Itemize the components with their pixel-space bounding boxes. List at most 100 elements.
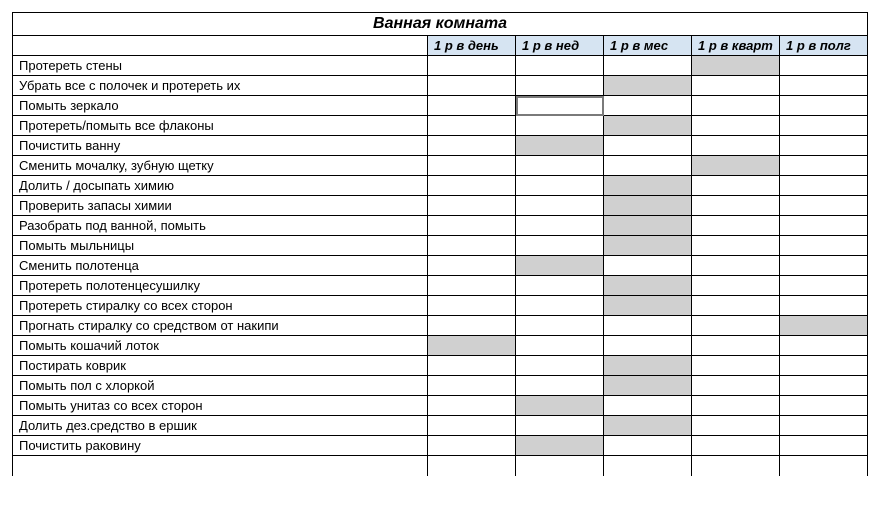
freq-cell[interactable] <box>604 116 692 136</box>
freq-cell[interactable] <box>428 436 516 456</box>
freq-cell[interactable] <box>428 356 516 376</box>
freq-cell[interactable] <box>516 236 604 256</box>
freq-cell[interactable] <box>428 236 516 256</box>
task-cell[interactable]: Помыть пол с хлоркой <box>13 376 428 396</box>
freq-cell[interactable] <box>692 276 780 296</box>
freq-cell[interactable] <box>780 296 868 316</box>
freq-cell[interactable] <box>604 176 692 196</box>
freq-cell[interactable] <box>692 316 780 336</box>
freq-cell[interactable] <box>780 136 868 156</box>
empty-cell[interactable] <box>780 456 868 476</box>
freq-cell[interactable] <box>604 396 692 416</box>
task-cell[interactable]: Почистить раковину <box>13 436 428 456</box>
freq-cell[interactable] <box>516 356 604 376</box>
freq-cell[interactable] <box>692 176 780 196</box>
freq-cell[interactable] <box>692 376 780 396</box>
freq-cell[interactable] <box>516 76 604 96</box>
freq-cell[interactable] <box>692 56 780 76</box>
freq-cell[interactable] <box>516 196 604 216</box>
task-cell[interactable]: Долить / досыпать химию <box>13 176 428 196</box>
freq-cell[interactable] <box>516 256 604 276</box>
freq-cell[interactable] <box>428 336 516 356</box>
freq-cell[interactable] <box>516 56 604 76</box>
freq-cell[interactable] <box>516 336 604 356</box>
freq-cell[interactable] <box>604 96 692 116</box>
freq-cell[interactable] <box>428 316 516 336</box>
freq-cell[interactable] <box>516 96 604 116</box>
freq-cell[interactable] <box>428 156 516 176</box>
freq-cell[interactable] <box>604 356 692 376</box>
freq-cell[interactable] <box>516 216 604 236</box>
freq-cell[interactable] <box>604 196 692 216</box>
freq-cell[interactable] <box>516 436 604 456</box>
task-cell[interactable]: Протереть стиралку со всех сторон <box>13 296 428 316</box>
freq-cell[interactable] <box>516 396 604 416</box>
empty-cell[interactable] <box>604 456 692 476</box>
task-cell[interactable]: Сменить полотенца <box>13 256 428 276</box>
freq-cell[interactable] <box>428 76 516 96</box>
freq-cell[interactable] <box>428 396 516 416</box>
freq-cell[interactable] <box>428 376 516 396</box>
freq-cell[interactable] <box>428 276 516 296</box>
freq-cell[interactable] <box>780 196 868 216</box>
freq-cell[interactable] <box>780 56 868 76</box>
task-cell[interactable]: Прогнать стиралку со средством от накипи <box>13 316 428 336</box>
task-cell[interactable]: Сменить мочалку, зубную щетку <box>13 156 428 176</box>
freq-cell[interactable] <box>780 156 868 176</box>
freq-cell[interactable] <box>692 236 780 256</box>
task-cell[interactable]: Разобрать под ванной, помыть <box>13 216 428 236</box>
task-cell[interactable]: Проверить запасы химии <box>13 196 428 216</box>
freq-cell[interactable] <box>692 216 780 236</box>
freq-cell[interactable] <box>604 216 692 236</box>
freq-cell[interactable] <box>516 276 604 296</box>
empty-cell[interactable] <box>516 456 604 476</box>
freq-cell[interactable] <box>604 416 692 436</box>
freq-cell[interactable] <box>604 256 692 276</box>
freq-cell[interactable] <box>780 376 868 396</box>
task-cell[interactable]: Протереть стены <box>13 56 428 76</box>
task-cell[interactable]: Помыть кошачий лоток <box>13 336 428 356</box>
freq-cell[interactable] <box>516 316 604 336</box>
freq-cell[interactable] <box>692 76 780 96</box>
freq-cell[interactable] <box>604 376 692 396</box>
freq-cell[interactable] <box>516 416 604 436</box>
freq-cell[interactable] <box>604 236 692 256</box>
freq-cell[interactable] <box>604 276 692 296</box>
freq-cell[interactable] <box>428 216 516 236</box>
freq-cell[interactable] <box>692 296 780 316</box>
freq-cell[interactable] <box>428 416 516 436</box>
task-cell[interactable]: Помыть унитаз со всех сторон <box>13 396 428 416</box>
freq-cell[interactable] <box>692 256 780 276</box>
freq-cell[interactable] <box>780 356 868 376</box>
freq-cell[interactable] <box>692 356 780 376</box>
freq-cell[interactable] <box>780 96 868 116</box>
task-cell[interactable]: Протереть полотенцесушилку <box>13 276 428 296</box>
task-cell[interactable]: Почистить ванну <box>13 136 428 156</box>
task-cell[interactable]: Помыть мыльницы <box>13 236 428 256</box>
freq-cell[interactable] <box>428 116 516 136</box>
freq-cell[interactable] <box>604 436 692 456</box>
freq-cell[interactable] <box>604 76 692 96</box>
freq-cell[interactable] <box>780 336 868 356</box>
task-cell[interactable]: Долить дез.средство в ершик <box>13 416 428 436</box>
freq-cell[interactable] <box>604 56 692 76</box>
freq-cell[interactable] <box>692 416 780 436</box>
freq-cell[interactable] <box>428 56 516 76</box>
task-cell[interactable]: Помыть зеркало <box>13 96 428 116</box>
freq-cell[interactable] <box>428 96 516 116</box>
freq-cell[interactable] <box>692 96 780 116</box>
freq-cell[interactable] <box>692 116 780 136</box>
freq-cell[interactable] <box>428 256 516 276</box>
freq-cell[interactable] <box>780 396 868 416</box>
empty-cell[interactable] <box>13 456 428 476</box>
freq-cell[interactable] <box>604 316 692 336</box>
empty-cell[interactable] <box>692 456 780 476</box>
freq-cell[interactable] <box>780 236 868 256</box>
freq-cell[interactable] <box>604 296 692 316</box>
freq-cell[interactable] <box>516 116 604 136</box>
freq-cell[interactable] <box>604 136 692 156</box>
freq-cell[interactable] <box>780 216 868 236</box>
freq-cell[interactable] <box>428 296 516 316</box>
freq-cell[interactable] <box>428 136 516 156</box>
freq-cell[interactable] <box>516 156 604 176</box>
